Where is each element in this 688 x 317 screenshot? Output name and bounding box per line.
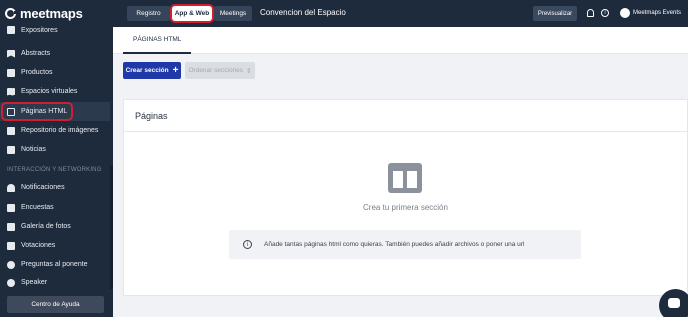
order-sections-label: Ordenar secciones — [188, 67, 244, 74]
sidebar-item-galeria-fotos[interactable]: Galería de fotos — [0, 217, 110, 236]
app-web-highlight — [170, 4, 214, 23]
sidebar-item-label: Expositores — [21, 26, 58, 34]
empty-state-title: Crea tu primera sección — [363, 203, 448, 212]
sidebar: meetmaps Expositores Abstracts Productos… — [0, 0, 113, 317]
sidebar-item-label: Notificaciones — [21, 184, 65, 191]
sidebar-item-productos[interactable]: Productos — [0, 63, 110, 82]
sidebar-item-label: Preguntas al ponente — [21, 261, 88, 268]
sidebar-item-label: Votaciones — [21, 242, 56, 249]
sidebar-item-encuestas[interactable]: Encuestas — [0, 198, 110, 217]
preview-button[interactable]: Previsualizar — [533, 6, 577, 21]
question-icon — [7, 260, 15, 269]
order-sections-button[interactable]: Ordenar secciones ⇕ — [185, 62, 255, 79]
bell-icon — [7, 183, 15, 192]
info-icon[interactable]: i — [601, 9, 609, 17]
sidebar-item-repositorio-imagenes[interactable]: Repositorio de imágenes — [0, 121, 110, 140]
avatar[interactable] — [620, 8, 630, 18]
subtab-bar: PÁGINAS HTML — [113, 27, 688, 54]
section-label-interaccion: INTERACCIÓN Y NETWORKING — [7, 167, 102, 173]
info-text: Añade tantas páginas html como quieras. … — [264, 241, 525, 248]
sidebar-item-preguntas-ponente[interactable]: Preguntas al ponente — [0, 255, 110, 274]
box-icon — [7, 68, 15, 77]
sidebar-item-label: Abstracts — [21, 50, 51, 57]
sidebar-item-label: Productos — [21, 69, 53, 76]
topbar: Registro App & Web Meetings Convencion d… — [113, 0, 688, 27]
sidebar-item-notificaciones[interactable]: Notificaciones — [0, 178, 110, 197]
sidebar-item-abstracts[interactable]: Abstracts — [0, 44, 110, 63]
sidebar-item-label: Repositorio de imágenes — [21, 127, 99, 134]
help-center-button[interactable]: Centro de Ayuda — [7, 296, 104, 313]
tab-paginas-html[interactable]: PÁGINAS HTML — [123, 27, 192, 54]
event-title: Convencion del Espacio — [260, 8, 346, 17]
sidebar-scrollbar[interactable] — [110, 166, 113, 289]
card-title: Páginas — [124, 100, 687, 132]
create-section-label: Crear sección — [125, 67, 169, 74]
vote-icon — [7, 241, 15, 250]
sidebar-item-speaker[interactable]: Speaker — [0, 275, 110, 287]
photo-icon — [7, 222, 15, 231]
plus-icon: + — [172, 64, 179, 76]
bell-icon[interactable] — [587, 9, 594, 17]
tab-meetings[interactable]: Meetings — [214, 6, 252, 21]
chat-icon[interactable] — [659, 289, 688, 317]
info-icon: i — [243, 240, 252, 249]
sidebar-item-expositores[interactable]: Expositores — [0, 24, 110, 36]
map-icon — [7, 87, 15, 96]
sidebar-item-espacios-virtuales[interactable]: Espacios virtuales — [0, 82, 110, 101]
image-icon — [7, 126, 15, 135]
user-icon — [7, 279, 15, 287]
survey-icon — [7, 203, 15, 212]
sort-icon: ⇕ — [246, 67, 252, 75]
sidebar-item-label: Espacios virtuales — [21, 88, 78, 95]
sidebar-item-noticias[interactable]: Noticias — [0, 140, 110, 159]
grid-icon — [7, 26, 15, 34]
sidebar-item-label: Noticias — [21, 146, 46, 153]
meetmaps-logo-icon — [5, 8, 17, 19]
user-name[interactable]: Meetmaps Events — [633, 10, 681, 16]
create-section-button[interactable]: Crear sección + — [123, 62, 181, 79]
logo-text: meetmaps — [20, 6, 83, 21]
pages-card: Páginas Crea tu primera sección i Añade … — [123, 99, 688, 296]
info-box: i Añade tantas páginas html como quieras… — [229, 230, 581, 259]
sidebar-item-votaciones[interactable]: Votaciones — [0, 236, 110, 255]
sidebar-item-label: Encuestas — [21, 204, 54, 211]
logo[interactable]: meetmaps — [0, 0, 113, 27]
tab-registro[interactable]: Registro — [127, 6, 170, 21]
book-icon — [7, 49, 15, 58]
columns-layout-icon — [388, 163, 422, 193]
sidebar-item-label: Speaker — [21, 279, 48, 286]
paginas-html-highlight — [1, 102, 73, 121]
news-icon — [7, 145, 15, 154]
sidebar-item-label: Galería de fotos — [21, 223, 71, 230]
